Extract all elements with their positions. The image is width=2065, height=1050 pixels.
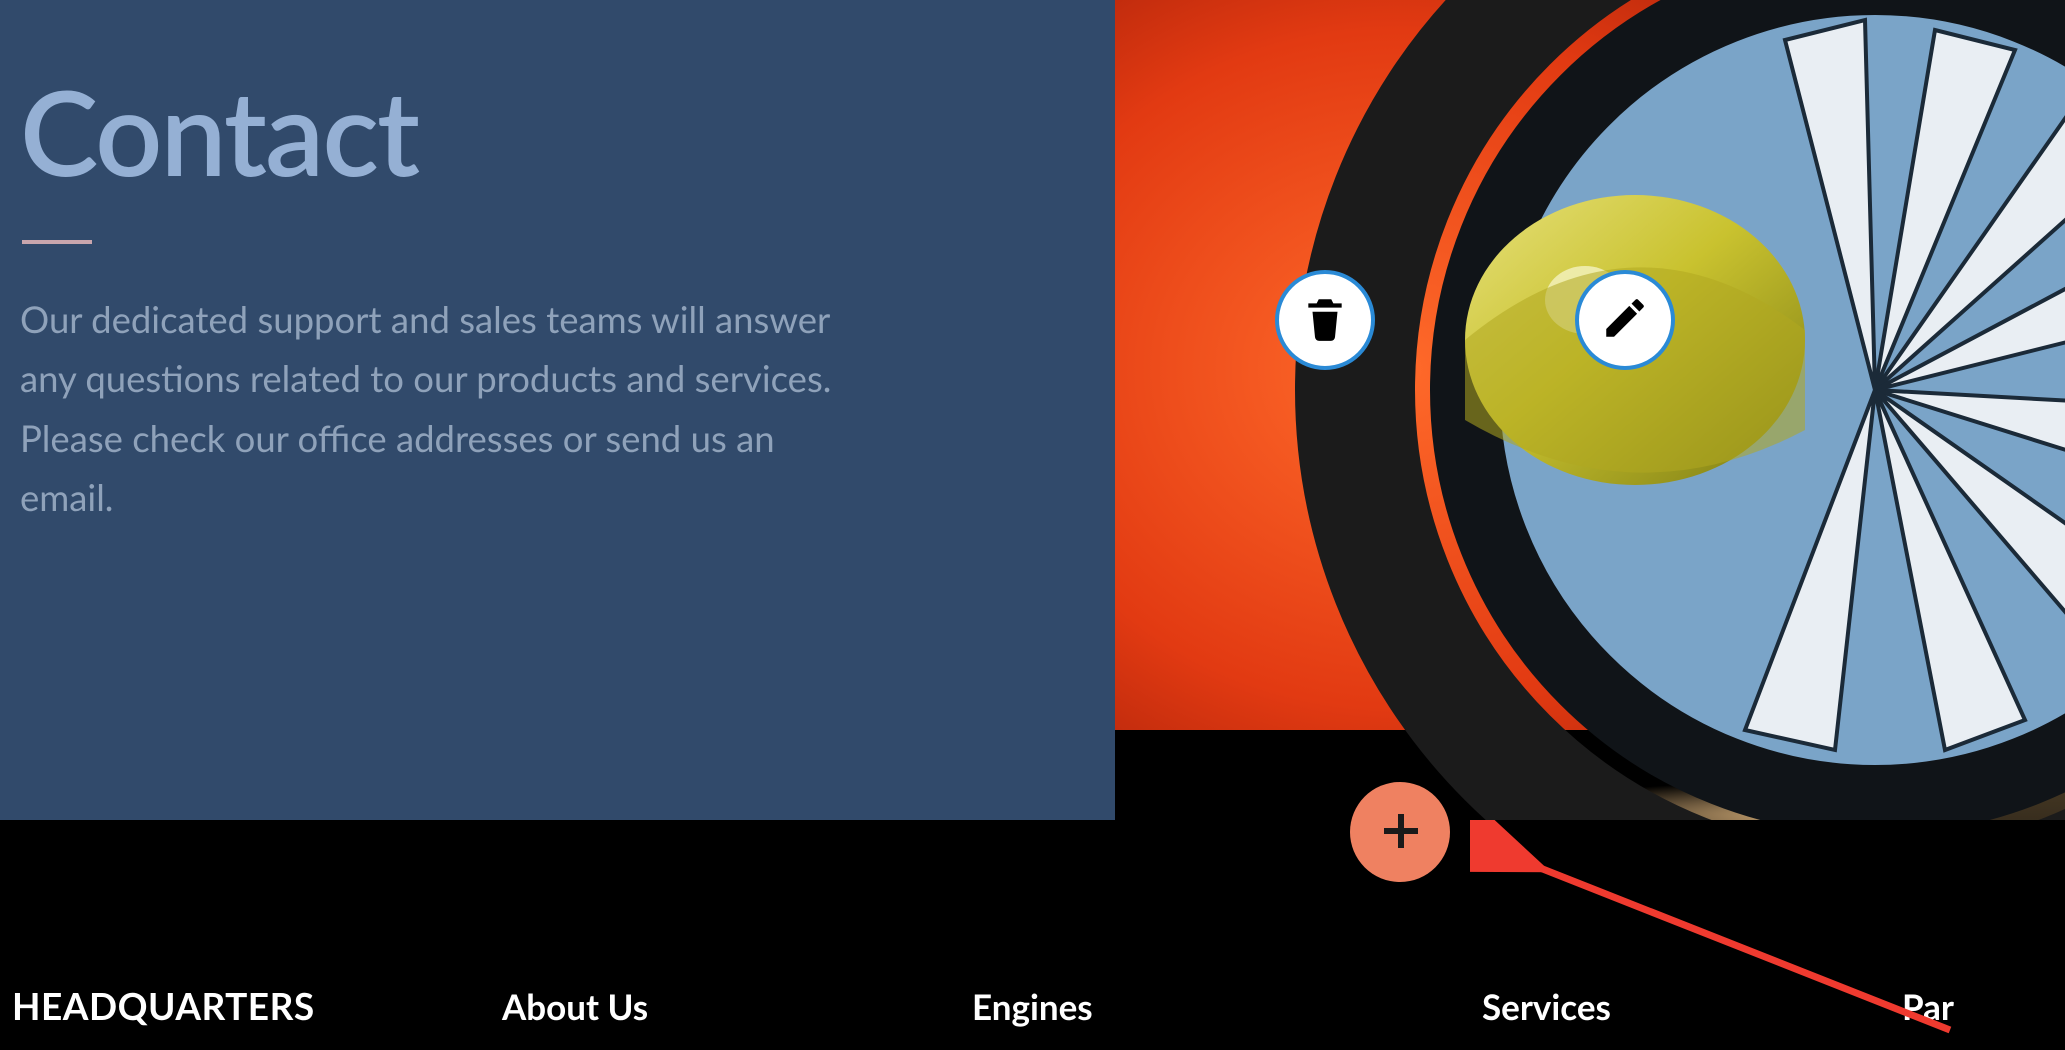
hero-section: Contact Our dedicated support and sales … [0, 0, 2065, 820]
edit-image-button[interactable] [1575, 270, 1675, 370]
add-section-button[interactable] [1350, 782, 1450, 882]
hero-image-panel[interactable] [1115, 0, 2065, 820]
footer-link-about[interactable]: About Us [502, 986, 972, 1028]
trash-icon [1300, 293, 1350, 347]
engine-image [1115, 0, 2065, 820]
contact-text-panel: Contact Our dedicated support and sales … [0, 0, 1115, 820]
footer-link-engines[interactable]: Engines [972, 986, 1482, 1028]
footer-heading-headquarters: HEADQUARTERS [12, 983, 502, 1028]
footer-link-partners-partial[interactable]: Par [1902, 986, 2055, 1028]
pencil-icon [1600, 293, 1650, 347]
footer-link-services[interactable]: Services [1482, 986, 1902, 1028]
image-edit-overlay [1275, 270, 1675, 370]
plus-icon [1376, 806, 1424, 858]
title-underline [22, 240, 92, 244]
delete-image-button[interactable] [1275, 270, 1375, 370]
footer-nav: HEADQUARTERS About Us Engines Services P… [0, 820, 2065, 1050]
page-title: Contact [20, 70, 1095, 194]
contact-description: Our dedicated support and sales teams wi… [20, 290, 840, 528]
